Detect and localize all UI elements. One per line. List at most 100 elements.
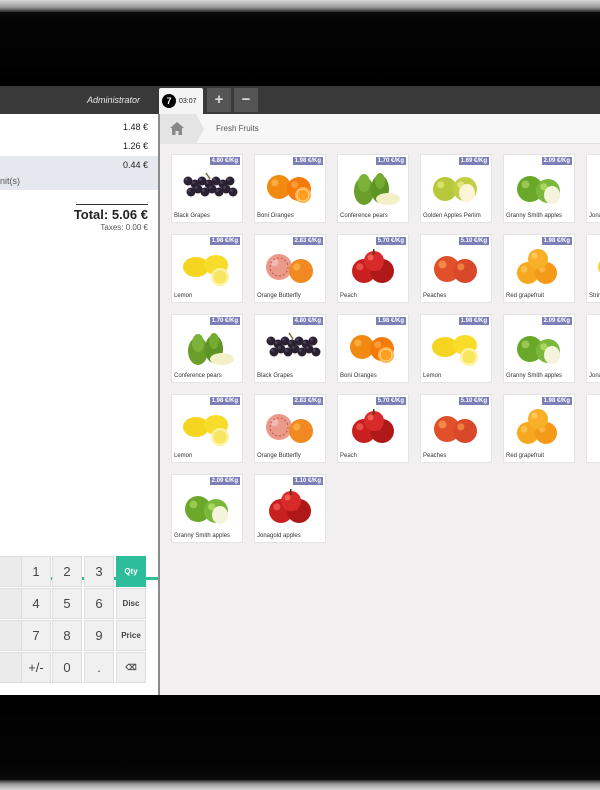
product-card[interactable]: 5.70 €/Kg Peach [337,234,409,303]
order-line-price: 1.26 € [122,141,148,151]
product-card[interactable]: 1.98 €/Kg Red grapefruit [503,394,575,463]
product-card[interactable]: 1.98 €/Kg Boni Oranges [254,154,326,223]
total-divider [76,204,148,205]
product-name: Black Grapes [174,213,211,219]
green-apple-icon [517,336,560,364]
product-card[interactable]: 5.70 €/Kg Peach [337,394,409,463]
product-name: Black Grapes [257,373,294,379]
order-number-badge: 7 [162,94,176,108]
digit-key-8[interactable]: 8 [52,620,82,651]
product-name: Jona [589,213,600,219]
product-card[interactable]: 1.70 €/Kg Conference pears [171,314,243,383]
product-card[interactable]: 1.10 €/Kg Jonagold apples [254,474,326,543]
backspace-key[interactable]: ⌫ [116,652,146,683]
product-price-badge: 5.70 €/Kg [375,237,406,245]
green-apple-icon [591,405,600,449]
new-order-button[interactable]: + [207,88,231,112]
product-name: Jona [589,373,600,379]
numpad: 1 2 3 Qty 4 5 6 Disc 7 8 9 Price +/- 0. ⌫ [0,556,158,687]
product-card[interactable]: 1.70 €/Kg Conference pears [337,154,409,223]
product-price-badge: 4.80 €/Kg [292,317,323,325]
product-card[interactable]: 1.98 €/Kg Red grapefruit [503,234,575,303]
breadcrumb-separator [196,114,204,144]
order-time: 03:07 [179,97,197,105]
grapes-icon [266,332,321,357]
digit-key-0[interactable]: 0 [52,652,82,683]
orange-icon [350,335,394,363]
product-card[interactable]: 1.98 €/Kg Lemon [171,234,243,303]
product-card[interactable]: Jona [586,154,600,223]
product-name: Peach [340,453,358,459]
home-button[interactable] [160,114,196,144]
digit-key-2[interactable]: 2 [52,556,82,587]
product-name: Granny Smith apples [506,213,563,219]
order-summary: Total: 5.06 € Taxes: 0.00 € [74,204,148,232]
product-card[interactable]: 4.80 €/Kg Black Grapes [254,314,326,383]
product-name: Red grapefruit [506,453,545,459]
device-bezel-top [0,0,600,86]
decimal-key[interactable]: . [84,652,114,683]
peach-icon [434,416,477,443]
order-line[interactable]: 1.48 € [0,118,158,137]
product-price-badge: 1.98 €/Kg [209,237,240,245]
qty-key[interactable]: Qty [116,556,146,587]
price-key[interactable]: Price [116,620,146,651]
product-card[interactable]: 4.80 €/Kg Black Grapes [171,154,243,223]
delete-order-button[interactable]: − [234,88,258,112]
product-card[interactable]: 1.98 €/Kg Lemon [420,314,492,383]
butterfly-icon [266,254,313,283]
breadcrumb-category[interactable]: Fresh Fruits [216,114,259,144]
product-card[interactable]: 1.69 €/Kg Golden Apples Perlim [420,154,492,223]
digit-key-7[interactable]: 7 [21,620,51,651]
product-price-badge: 1.98 €/Kg [209,397,240,405]
product-name: Jonagold apples [257,533,301,539]
product-card[interactable]: 5.10 €/Kg Peaches [420,394,492,463]
sign-key[interactable]: +/- [21,652,51,683]
product-price-badge: 4.80 €/Kg [209,157,240,165]
pear-icon [354,173,400,205]
order-line-price: 1.48 € [122,122,148,132]
product-card[interactable]: 1.98 €/Kg Lemon [171,394,243,463]
product-name: Lemon [423,373,442,379]
order-line[interactable]: 1.26 € [0,137,158,156]
lemon-icon [432,335,478,366]
product-price-badge: 2.09 €/Kg [541,317,572,325]
product-card[interactable]: 2.83 €/Kg Orange Butterfly [254,234,326,303]
golden-apple-icon [433,177,477,202]
digit-key-5[interactable]: 5 [52,588,82,619]
product-price-badge: 1.69 €/Kg [458,157,489,165]
product-name: Granny Smith apples [506,373,563,379]
digit-key-6[interactable]: 6 [84,588,114,619]
digit-key-1[interactable]: 1 [21,556,51,587]
user-name[interactable]: Administrator [0,86,158,114]
product-price-badge: 1.10 €/Kg [292,477,323,485]
device-bezel-bottom [0,695,600,790]
red-apple-icon [352,409,394,443]
product-card[interactable]: 2.09 €/Kg Granny Smith apples [503,154,575,223]
product-card[interactable]: Strir [586,234,600,303]
product-card[interactable]: Jona [586,314,600,383]
digit-key-9[interactable]: 9 [84,620,114,651]
order-tab[interactable]: 7 03:07 [159,88,203,114]
product-price-badge: 1.70 €/Kg [209,317,240,325]
product-card[interactable]: 2.09 €/Kg Granny Smith apples [503,314,575,383]
red-apple-icon [591,325,600,369]
lemon-icon [183,415,229,446]
product-card[interactable]: 2.09 €/Kg Granny Smith apples [171,474,243,543]
product-card[interactable] [586,394,600,463]
product-price-badge: 1.70 €/Kg [375,157,406,165]
discount-key[interactable]: Disc [116,588,146,619]
product-price-badge: 5.10 €/Kg [458,237,489,245]
product-card[interactable]: 5.10 €/Kg Peaches [420,234,492,303]
digit-key-3[interactable]: 3 [84,556,114,587]
order-line-selected[interactable]: 0.44 € nit(s) [0,156,158,190]
product-card[interactable]: 1.98 €/Kg Boni Oranges [337,314,409,383]
digit-key-4[interactable]: 4 [21,588,51,619]
order-total: Total: 5.06 € [73,207,148,222]
red-apple-icon [591,165,600,209]
product-card[interactable]: 2.83 €/Kg Orange Butterfly [254,394,326,463]
product-name: Orange Butterfly [257,453,301,459]
order-line-unit: nit(s) [0,176,20,186]
grapefruit-icon [517,249,557,284]
product-price-badge: 2.09 €/Kg [209,477,240,485]
